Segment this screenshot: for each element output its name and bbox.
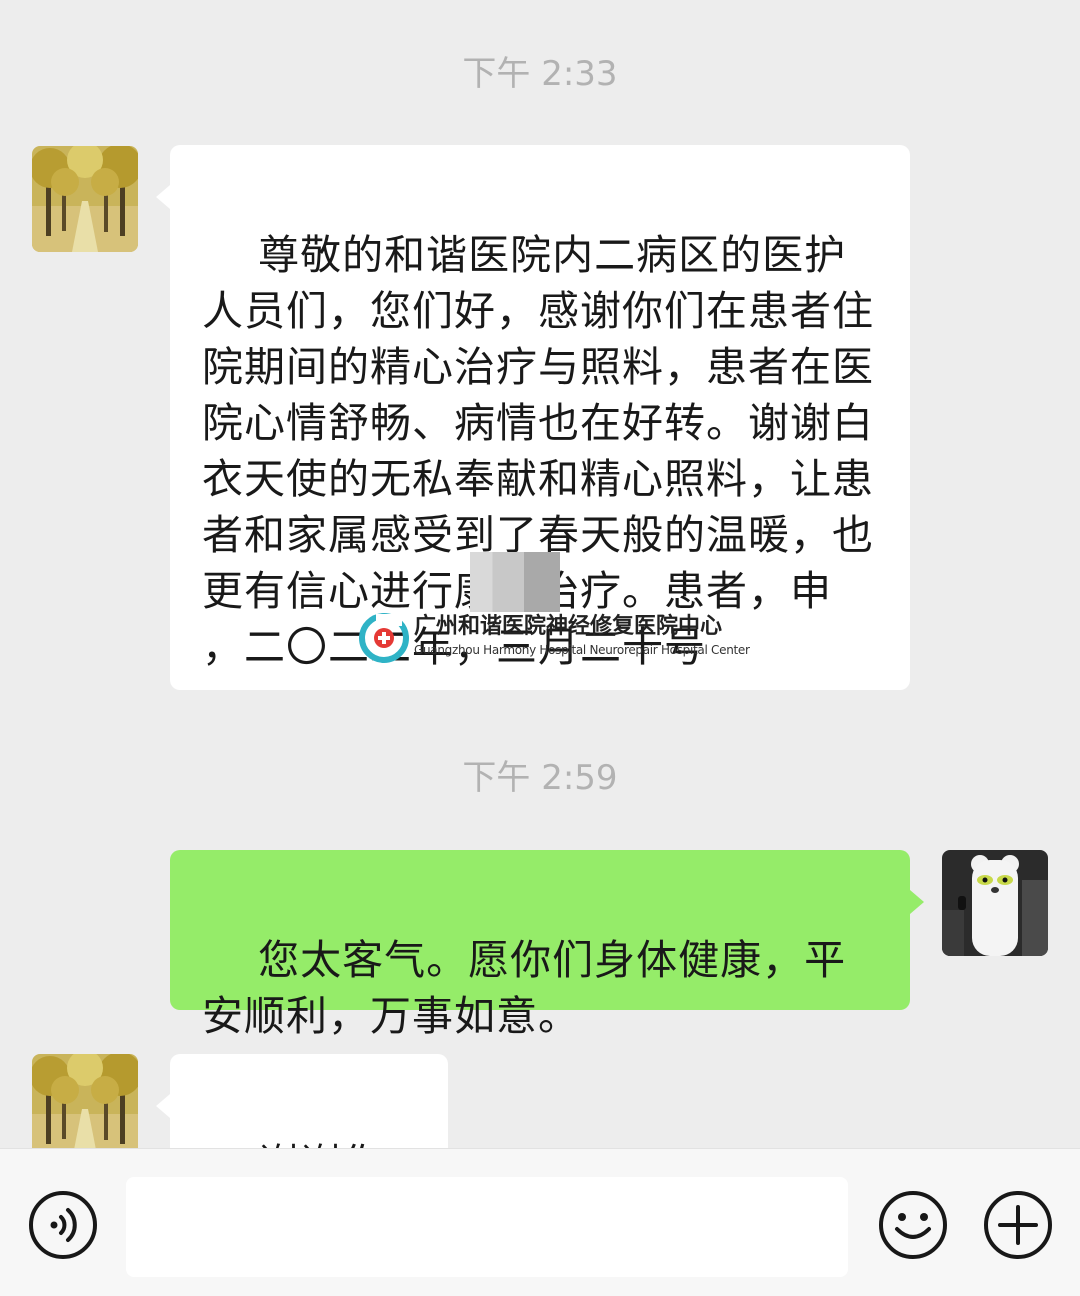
incoming-message-bubble[interactable]: 谢谢你了, — [156, 1054, 448, 1148]
message-input[interactable] — [126, 1177, 848, 1277]
ginkgo-avenue-avatar-image — [32, 146, 138, 252]
voice-icon[interactable] — [27, 1189, 99, 1261]
message-text: 您太客气。愿你们身体健康，平安顺利，万事如意。 — [202, 936, 847, 1040]
message-timestamp: 下午 2:59 — [462, 758, 618, 798]
outgoing-message-bubble[interactable]: 您太客气。愿你们身体健康，平安顺利，万事如意。 — [170, 850, 924, 1040]
hospital-logo-icon — [359, 613, 409, 663]
message-input-bar — [0, 1148, 1080, 1296]
contact-avatar[interactable] — [32, 1054, 138, 1148]
message-timestamp: 下午 2:33 — [462, 54, 618, 94]
bear-figure-avatar-image — [942, 850, 1048, 956]
plus-icon[interactable] — [982, 1189, 1054, 1261]
message-text: 谢谢你了, — [202, 1140, 384, 1148]
emoji-icon[interactable] — [877, 1189, 949, 1261]
watermark-title: 广州和谐医院神经修复医院中心 — [414, 614, 723, 639]
watermark-subtitle: Guangzhou Harmony Hospital Neurorepair H… — [414, 643, 750, 657]
my-avatar[interactable] — [942, 850, 1048, 956]
redacted-name-block — [470, 552, 560, 612]
chat-area[interactable]: 下午 2:33 尊敬的和谐医院内二病区的医护人员们，您们好，感谢你们在患者住院期… — [0, 0, 1080, 1148]
hospital-watermark: 广州和谐医院神经修复医院中心 Guangzhou Harmony Hospita… — [356, 608, 750, 668]
ginkgo-avenue-avatar-image — [32, 1054, 138, 1148]
contact-avatar[interactable] — [32, 146, 138, 252]
